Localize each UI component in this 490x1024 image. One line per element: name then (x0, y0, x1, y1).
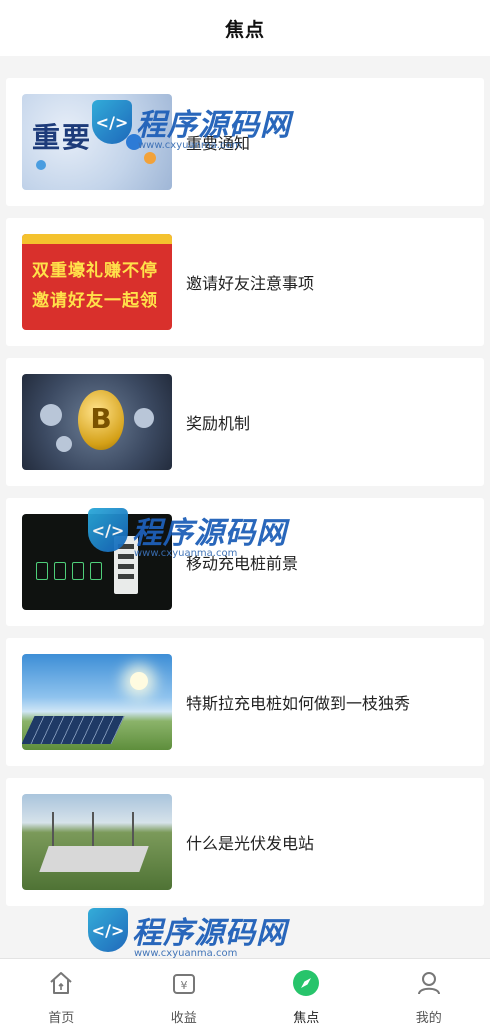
user-icon (413, 967, 445, 999)
decor-coin (56, 436, 72, 452)
thumbnail-text: 双重壕礼赚不停 (32, 261, 158, 281)
thumbnail-text: 重要 (32, 121, 93, 154)
svg-text:¥: ¥ (180, 979, 187, 992)
article-title: 奖励机制 (186, 414, 251, 433)
decor-coin (134, 408, 154, 428)
nav-label: 我的 (415, 1011, 442, 1024)
nav-item-earnings[interactable]: ¥ 收益 (144, 959, 224, 1024)
nav-item-focus[interactable]: 焦点 (266, 959, 346, 1024)
charging-slot (118, 574, 134, 579)
watermark-url: www.cxyuanma.com (134, 548, 238, 559)
power-station-image (39, 846, 149, 872)
bottom-nav: 首页 ¥ 收益 焦点 我的 (0, 958, 490, 1024)
charger-icon (90, 562, 102, 580)
nav-item-profile[interactable]: 我的 (389, 959, 469, 1024)
article-title: 邀请好友注意事项 (186, 274, 315, 293)
article-card[interactable]: 什么是光伏发电站 (6, 778, 484, 906)
watermark-brand: 程序源码网 (132, 916, 287, 951)
watermark-brand: 程序源码网 (132, 516, 287, 551)
article-title: 什么是光伏发电站 (186, 834, 315, 853)
nav-label: 首页 (48, 1011, 75, 1024)
decor-dot (144, 152, 156, 164)
nav-label: 收益 (170, 1011, 197, 1024)
watermark-url: www.cxyuanma.com (138, 140, 242, 151)
top-bar: 焦点 (0, 0, 490, 56)
nav-item-home[interactable]: 首页 (21, 959, 101, 1024)
article-title: 特斯拉充电桩如何做到一枝独秀 (186, 694, 411, 713)
charger-icon (72, 562, 84, 580)
bitcoin-icon: B (78, 390, 124, 450)
article-thumbnail: 双重壕礼赚不停 邀请好友一起领 (22, 234, 172, 330)
article-thumbnail (22, 654, 172, 750)
watermark-brand: 程序源码网 (136, 108, 291, 143)
thumbnail-stripe (22, 234, 172, 244)
article-card[interactable]: 特斯拉充电桩如何做到一枝独秀 (6, 638, 484, 766)
thumbnail-text: 邀请好友一起领 (32, 291, 158, 311)
watermark: </> 程序源码网 www.cxyuanma.com (92, 100, 291, 151)
charging-slot (118, 564, 134, 569)
solar-panel-image (22, 716, 125, 744)
watermark-logo-icon: </> (92, 100, 132, 144)
sun-image (130, 672, 148, 690)
watermark-logo-icon: </> (88, 908, 128, 952)
article-list: 重要 重要通知 双重壕礼赚不停 邀请好友一起领 邀请好友注意事项 B 奖励机制 (0, 64, 490, 906)
article-card[interactable]: 双重壕礼赚不停 邀请好友一起领 邀请好友注意事项 (6, 218, 484, 346)
article-thumbnail (22, 794, 172, 890)
watermark-logo-icon: </> (88, 508, 128, 552)
charger-icon (36, 562, 48, 580)
home-icon (45, 967, 77, 999)
decor-coin (40, 404, 62, 426)
watermark: </> 程序源码网 www.cxyuanma.com (88, 908, 287, 959)
nav-label: 焦点 (293, 1011, 320, 1024)
wallet-icon: ¥ (168, 967, 200, 999)
compass-icon (290, 967, 322, 999)
charger-icon (54, 562, 66, 580)
watermark: </> 程序源码网 www.cxyuanma.com (88, 508, 287, 559)
article-card[interactable]: B 奖励机制 (6, 358, 484, 486)
decor-dot (36, 160, 46, 170)
article-thumbnail: B (22, 374, 172, 470)
charging-slot (118, 554, 134, 559)
page-title: 焦点 (224, 18, 265, 41)
